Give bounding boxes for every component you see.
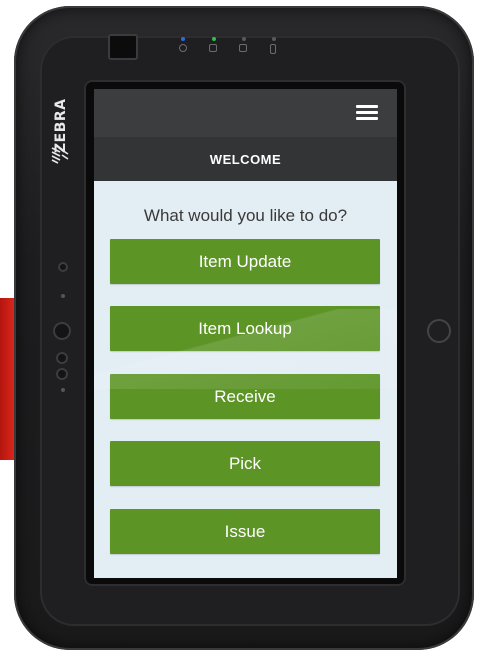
side-button[interactable]	[56, 368, 68, 380]
page-title: WELCOME	[94, 137, 397, 181]
item-update-button[interactable]: Item Update	[110, 239, 380, 284]
home-button[interactable]	[427, 319, 451, 343]
receive-button[interactable]: Receive	[110, 374, 380, 419]
status-led	[242, 37, 246, 41]
blue-led	[181, 37, 185, 41]
item-lookup-button[interactable]: Item Lookup	[110, 306, 380, 351]
front-camera	[53, 322, 71, 340]
prompt-text: What would you like to do?	[143, 206, 348, 225]
barcode-scanner-window	[108, 34, 138, 60]
pick-button[interactable]: Pick	[110, 441, 380, 486]
charge-indicator-icon	[209, 44, 217, 52]
proximity-sensor	[56, 352, 68, 364]
sensor-indicator-icon	[270, 44, 276, 54]
indicator-dot	[61, 388, 65, 392]
power-indicator-icon	[179, 44, 187, 52]
microphone-hole	[61, 294, 65, 298]
battery-indicator-icon	[239, 44, 247, 52]
green-led	[212, 37, 216, 41]
app-screen: WELCOME What would you like to do? Item …	[94, 89, 397, 578]
status-led	[272, 37, 276, 41]
app-toolbar	[94, 89, 397, 137]
light-sensor	[58, 262, 68, 272]
zebra-logo-icon	[51, 147, 69, 164]
issue-button[interactable]: Issue	[110, 509, 380, 554]
hamburger-menu-icon[interactable]	[356, 105, 378, 121]
